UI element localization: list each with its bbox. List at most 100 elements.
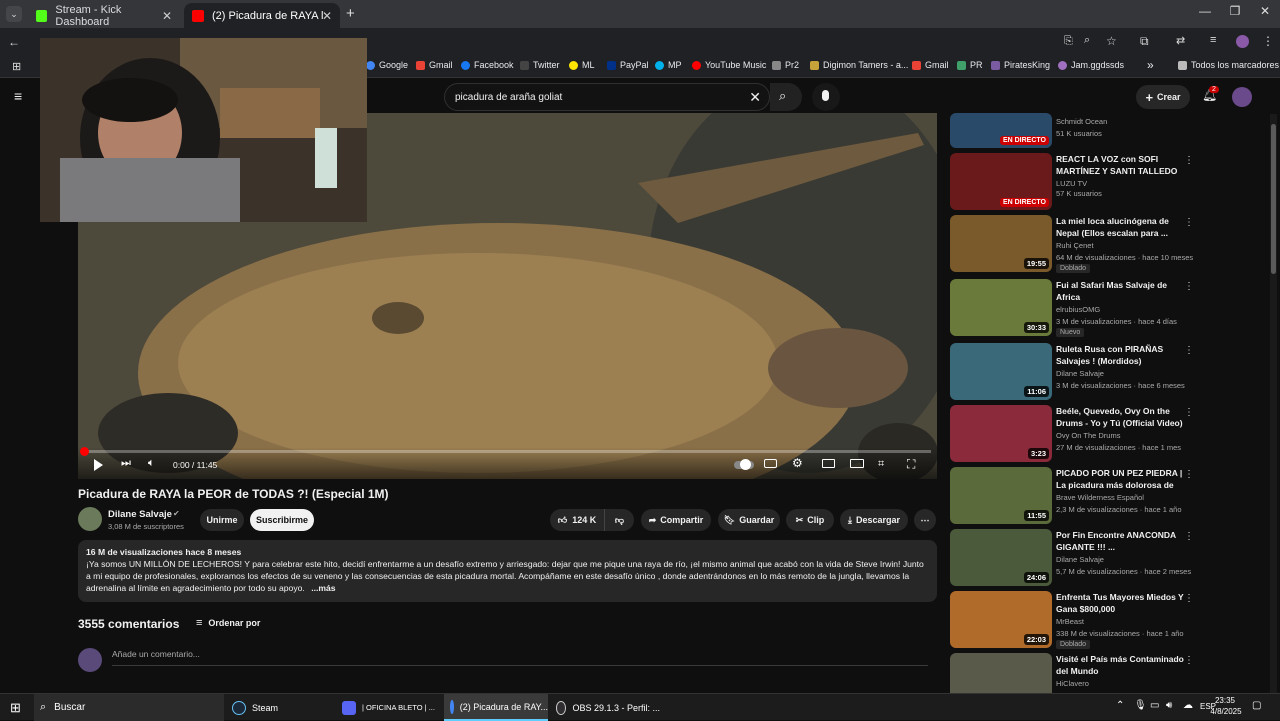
more-options-icon[interactable]: ⋮ <box>1184 531 1194 542</box>
bookmark-gmail-2[interactable]: Gmail <box>912 60 949 70</box>
recommendation-title[interactable]: Enfrenta Tus Mayores Miedos Y Gana $800,… <box>1056 591 1184 615</box>
recommendation-channel[interactable]: Ruhi Çenet <box>1056 241 1094 250</box>
taskbar-search[interactable]: ⌕ Buscar <box>34 694 224 721</box>
network-icon[interactable]: ▭ <box>1150 700 1159 711</box>
bookmark-star-icon[interactable]: ☆ <box>1106 34 1117 48</box>
recommendation-item[interactable]: EN DIRECTO Schmidt Ocean 51 K usuarios <box>950 113 1190 149</box>
media-icon[interactable]: ≡ <box>1210 34 1216 46</box>
notification-center-icon[interactable]: ▢ <box>1252 700 1261 711</box>
channel-name[interactable]: Dilane Salvaje <box>108 509 172 520</box>
hamburger-menu-icon[interactable]: ≡ <box>14 88 22 104</box>
description-box[interactable]: 16 M de visualizaciones hace 8 meses ¡Ya… <box>78 540 937 602</box>
bookmark-ml[interactable]: ML <box>569 60 595 70</box>
zoom-icon[interactable]: ⌕ <box>1084 34 1090 47</box>
recommendation-channel[interactable]: Ovy On The Drums <box>1056 431 1120 440</box>
close-tab-icon[interactable]: ✕ <box>322 9 332 23</box>
bookmark-pr2[interactable]: Pr2 <box>772 60 799 70</box>
close-window-icon[interactable]: ✕ <box>1250 4 1280 18</box>
tab-youtube-video[interactable]: (2) Picadura de RAYA la PEOR d ✕ <box>184 3 340 28</box>
tab-kick-dashboard[interactable]: Stream - Kick Dashboard ✕ <box>28 3 180 28</box>
fullscreen-icon[interactable]: ⛶ <box>907 457 915 472</box>
autoplay-toggle[interactable] <box>734 459 754 470</box>
bookmark-mp[interactable]: MP <box>655 60 682 70</box>
miniplayer-icon[interactable] <box>822 459 835 468</box>
recommendation-title[interactable]: La miel loca alucinógena de Nepal (Ellos… <box>1056 215 1184 239</box>
bookmark-piratesking[interactable]: PiratesKing <box>991 60 1050 70</box>
bookmarks-overflow-button[interactable]: » <box>1147 58 1154 72</box>
microphone-icon[interactable]: 🎙︎ <box>1134 700 1147 711</box>
next-video-icon[interactable]: ⏭︎ <box>121 457 131 470</box>
clip-button[interactable]: ✂ Clip <box>786 509 834 531</box>
channel-avatar[interactable] <box>78 507 102 531</box>
video-thumbnail[interactable]: 11:55 <box>950 467 1052 524</box>
recommendation-title[interactable]: Por Fin Encontre ANACONDA GIGANTE !!! ..… <box>1056 529 1184 553</box>
recommendation-title[interactable]: Beéle, Quevedo, Ovy On the Drums - Yo y … <box>1056 405 1184 429</box>
join-button[interactable]: Unirme <box>200 509 244 531</box>
volume-icon[interactable]: 🔊︎ <box>1166 700 1172 711</box>
more-options-icon[interactable]: ⋮ <box>1184 469 1194 480</box>
like-button[interactable]: 👍︎ 124 K <box>550 509 604 531</box>
recommendation-item[interactable]: EN DIRECTO REACT LA VOZ con SOFI MARTÍNEZ… <box>950 153 1194 213</box>
page-scrollbar[interactable] <box>1270 114 1277 693</box>
recommendation-title[interactable]: Fui al Safari Mas Salvaje de Africa <box>1056 279 1184 303</box>
sort-comments-button[interactable]: ≡ Ordenar por <box>196 617 260 629</box>
video-thumbnail[interactable]: 22:03 <box>950 591 1052 648</box>
recommendation-channel[interactable]: elrubiusOMG <box>1056 305 1100 314</box>
clock-date[interactable]: 4/8/2025 <box>1206 707 1246 716</box>
video-thumbnail[interactable]: 11:06 <box>950 343 1052 400</box>
search-input[interactable]: picadura de araña goliat ✕ <box>444 83 770 111</box>
video-thumbnail[interactable]: 19:55 <box>950 215 1052 272</box>
volume-icon[interactable]: 🔈︎ <box>148 457 155 470</box>
back-arrow-icon[interactable]: ← <box>8 35 20 49</box>
recommendation-channel[interactable]: Dilane Salvaje <box>1056 369 1104 378</box>
recommendation-channel[interactable]: LUZU TV <box>1056 179 1087 188</box>
account-avatar[interactable] <box>1232 87 1252 107</box>
dislike-button[interactable]: 👎︎ <box>604 509 634 531</box>
video-thumbnail[interactable]: 30:33 <box>950 279 1052 336</box>
subscribe-button[interactable]: Suscribirme <box>250 509 314 531</box>
play-icon[interactable] <box>94 459 103 471</box>
recommendation-channel[interactable]: Brave Wilderness Español <box>1056 493 1144 502</box>
more-options-icon[interactable]: ⋮ <box>1184 217 1194 228</box>
voice-search-button[interactable] <box>812 83 840 111</box>
recommendation-item[interactable]: 24:06 Por Fin Encontre ANACONDA GIGANTE !… <box>950 529 1194 589</box>
extensions-icon[interactable]: ⧉ <box>1140 34 1149 49</box>
add-comment-input[interactable]: Añade un comentario... <box>112 649 928 666</box>
close-tab-icon[interactable]: ✕ <box>162 9 172 23</box>
recommendation-item[interactable]: 30:33 Fui al Safari Mas Salvaje de Africa… <box>950 279 1194 339</box>
theater-mode-icon[interactable] <box>850 459 864 468</box>
recommendation-item[interactable]: 11:55 PICADO POR UN PEZ PIEDRA | La picad… <box>950 467 1194 527</box>
settings-gear-icon[interactable]: ⚙ <box>792 456 803 470</box>
clear-search-icon[interactable]: ✕ <box>749 89 761 106</box>
recommendation-title[interactable]: REACT LA VOZ con SOFI MARTÍNEZ Y SANTI T… <box>1056 153 1184 177</box>
progress-playhead[interactable] <box>80 447 89 456</box>
create-button[interactable]: + Crear <box>1136 85 1190 109</box>
recommendation-item[interactable]: 11:06 Ruleta Rusa con PIRAÑAS Salvajes ! … <box>950 343 1194 403</box>
video-thumbnail[interactable]: EN DIRECTO <box>950 153 1052 210</box>
taskbar-app-obs[interactable]: OBS 29.1.3 - Perfil: ... <box>550 694 660 721</box>
apps-grid-icon[interactable]: ⊞ <box>12 60 21 73</box>
taskbar-app-chrome[interactable]: (2) Picadura de RAY... <box>444 694 548 721</box>
bookmark-paypal[interactable]: PayPal <box>607 60 649 70</box>
taskbar-app-discord[interactable]: | OFICINA BLETO | ... <box>336 694 442 721</box>
more-options-icon[interactable]: ⋮ <box>1184 407 1194 418</box>
search-button[interactable]: ⌕ <box>770 83 802 111</box>
save-button[interactable]: 🔖︎ Guardar <box>718 509 780 531</box>
bookmark-facebook[interactable]: Facebook <box>461 60 514 70</box>
recommendation-channel[interactable]: HiClavero <box>1056 679 1089 688</box>
recommendation-title[interactable]: Visité el País más Contaminado del Mundo <box>1056 653 1184 677</box>
bookmark-google[interactable]: Google <box>366 60 408 70</box>
recommendation-channel[interactable]: Schmidt Ocean <box>1056 117 1107 126</box>
taskbar-app-steam[interactable]: Steam <box>226 694 334 721</box>
onedrive-icon[interactable]: ☁ <box>1183 700 1193 711</box>
bookmark-pr[interactable]: PR <box>957 60 983 70</box>
progress-bar[interactable] <box>80 447 931 456</box>
more-options-icon[interactable]: ⋮ <box>1184 345 1194 356</box>
profile-avatar-icon[interactable] <box>1236 35 1249 48</box>
more-options-icon[interactable]: ⋮ <box>1184 155 1194 166</box>
download-button[interactable]: ⤓ Descargar <box>840 509 908 531</box>
recommendation-title[interactable]: Ruleta Rusa con PIRAÑAS Salvajes ! (Mord… <box>1056 343 1184 367</box>
recommendation-item[interactable]: 22:03 Enfrenta Tus Mayores Miedos Y Gana … <box>950 591 1194 651</box>
new-tab-button[interactable]: + <box>346 5 355 22</box>
recommendation-channel[interactable]: MrBeast <box>1056 617 1084 626</box>
